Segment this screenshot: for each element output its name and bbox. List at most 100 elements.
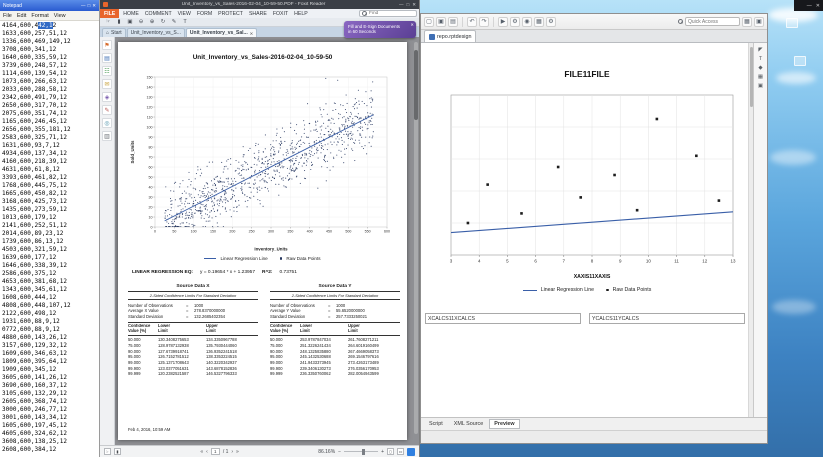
document-tab[interactable]: Unit_Inventory_vs_S... — [126, 28, 185, 37]
maximize-icon[interactable]: □ — [407, 2, 410, 8]
find-box[interactable] — [359, 10, 417, 17]
ribbon-tab-comment[interactable]: COMMENT — [142, 11, 175, 17]
first-page-button[interactable]: « — [200, 449, 203, 455]
xcalcs-field[interactable]: XCALCS11XCALCS — [425, 313, 581, 324]
layers-panel-icon[interactable]: ☷ — [102, 66, 112, 76]
document-scrollbar[interactable] — [414, 42, 418, 434]
print-icon[interactable]: ▤ — [448, 16, 458, 27]
maximize-icon[interactable]: □ — [88, 3, 91, 9]
minimize-icon[interactable]: — — [81, 3, 86, 9]
attachments-panel-icon[interactable]: ◈ — [102, 92, 112, 102]
menu-file[interactable]: File — [3, 13, 12, 19]
mode-tab-preview[interactable]: Preview — [489, 419, 520, 429]
esign-promo-banner[interactable]: Fill and E-Sign Documents in 60 Seconds … — [344, 21, 416, 38]
document-tab[interactable]: Unit_Inventory_vs_Sal... ✕ — [185, 28, 258, 37]
zoom-in-icon[interactable]: ⊕ — [148, 18, 156, 26]
snapshot-icon[interactable]: ▣ — [126, 18, 134, 26]
notepad-titlebar[interactable]: Notepad — □ ✕ — [0, 0, 99, 11]
ribbon-tab-help[interactable]: HELP — [291, 11, 311, 17]
comments-panel-icon[interactable]: ✉ — [102, 79, 112, 89]
preview-icon[interactable]: ◉ — [522, 16, 532, 27]
signature-panel-icon[interactable]: ✎ — [102, 105, 112, 115]
scrollbar-thumb[interactable] — [414, 50, 418, 120]
minimize-icon[interactable]: — — [399, 2, 404, 8]
ribbon-tab-file[interactable]: FILE — [100, 9, 120, 18]
select-text-icon[interactable]: ▮ — [115, 18, 123, 26]
fit-width-view-icon[interactable]: ▭ — [397, 448, 404, 455]
image-tool-icon[interactable]: ▣ — [758, 83, 763, 89]
zoom-slider-thumb[interactable] — [362, 448, 366, 455]
report-perspective-icon[interactable]: ▣ — [754, 16, 764, 27]
search-icon — [678, 19, 683, 24]
select-tool-icon[interactable]: ▮ — [114, 448, 121, 455]
zoom-in-button[interactable]: + — [381, 449, 384, 455]
page-number-input[interactable]: 1 — [210, 448, 220, 455]
notepad-window: Notepad — □ ✕ File Edit Format View 4164… — [0, 0, 100, 457]
quick-access-box[interactable] — [678, 17, 740, 26]
zoom-out-icon[interactable]: ⊖ — [137, 18, 145, 26]
ribbon-tab-foxit[interactable]: FOXIT — [270, 11, 291, 17]
hand-tool-icon[interactable]: ☞ — [104, 448, 111, 455]
undo-icon[interactable]: ↶ — [467, 16, 477, 27]
cloud — [772, 300, 816, 314]
close-icon[interactable]: ✕ — [250, 31, 254, 36]
zoom-slider[interactable] — [344, 448, 379, 455]
grid-tool-icon[interactable]: ▦ — [758, 74, 763, 80]
mode-tab-xml-source[interactable]: XML Source — [449, 419, 488, 429]
cursor-tool-icon[interactable]: ◤ — [758, 47, 762, 53]
new-icon[interactable]: ▢ — [424, 16, 434, 27]
run-icon[interactable]: ▶ — [498, 16, 508, 27]
redo-icon[interactable]: ↷ — [479, 16, 489, 27]
palette-icon[interactable]: ▦ — [534, 16, 544, 27]
close-icon[interactable]: ✕ — [410, 22, 414, 28]
canvas-scrollbar[interactable] — [748, 43, 753, 417]
search-panel-icon[interactable]: ◎ — [102, 118, 112, 128]
debug-icon[interactable]: ⚙ — [510, 16, 520, 27]
svg-text:30: 30 — [149, 195, 153, 199]
pages-panel-icon[interactable]: ▤ — [102, 53, 112, 63]
ribbon-tab-form[interactable]: FORM — [194, 11, 215, 17]
document-tab[interactable]: ⌂ Start — [102, 28, 126, 37]
editor-tab-label: repo.rptdesign — [437, 33, 472, 40]
desktop-icon[interactable] — [786, 18, 798, 28]
close-icon[interactable]: ✕ — [412, 2, 416, 8]
desktop-icon[interactable] — [794, 56, 806, 66]
foxit-titlebar[interactable]: Unit_Inventory_vs_Sales-2016-02-04_10-59… — [100, 0, 419, 9]
zoom-out-button[interactable]: − — [338, 449, 341, 455]
close-icon[interactable]: ✕ — [816, 3, 820, 9]
highlight-icon[interactable]: ✎ — [170, 18, 178, 26]
quick-access-input[interactable] — [685, 17, 740, 26]
ribbon-tab-view[interactable]: VIEW — [175, 11, 194, 17]
mode-tab-script[interactable]: Script — [424, 419, 448, 429]
regression-equation-row: LINEAR REGRESSION EQ: y = 0.19654 * x + … — [132, 270, 399, 275]
notepad-content[interactable]: 4164,600,442,12 1633,600,257,51,12 1336,60… — [0, 21, 99, 457]
ribbon-tab-protect[interactable]: PROTECT — [215, 11, 246, 17]
rotate-view-icon[interactable]: ↻ — [159, 18, 167, 26]
last-page-button[interactable]: » — [236, 449, 239, 455]
svg-text:3: 3 — [450, 259, 453, 264]
save-icon[interactable]: ▣ — [436, 16, 446, 27]
ribbon-tab-home[interactable]: HOME — [120, 11, 142, 17]
menu-edit[interactable]: Edit — [17, 13, 26, 19]
settings-icon[interactable]: ⚙ — [546, 16, 556, 27]
ribbon-tab-share[interactable]: SHARE — [246, 11, 270, 17]
perspective-icon[interactable]: ▦ — [742, 16, 752, 27]
r2-label: R^2: — [262, 270, 273, 275]
menu-format[interactable]: Format — [31, 13, 48, 19]
ycalcs-field[interactable]: YCALCS11YCALCS — [589, 313, 745, 324]
find-input[interactable] — [369, 11, 414, 16]
typewriter-icon[interactable]: T — [181, 18, 189, 26]
shapes-tool-icon[interactable]: ◆ — [758, 65, 762, 71]
menu-view[interactable]: View — [54, 13, 66, 19]
bookmarks-panel-icon[interactable]: ⚑ — [102, 40, 112, 50]
hand-tool-icon[interactable]: ☞ — [104, 18, 112, 26]
text-tool-icon[interactable]: T — [759, 56, 762, 62]
clipboard-panel-icon[interactable]: ▥ — [102, 131, 112, 141]
prev-page-button[interactable]: ‹ — [206, 449, 208, 455]
fit-page-view-icon[interactable] — [407, 447, 415, 456]
close-icon[interactable]: ✕ — [92, 3, 96, 9]
editor-tab-rptdesign[interactable]: repo.rptdesign — [424, 30, 477, 42]
minimize-icon[interactable]: — — [807, 3, 812, 9]
next-page-button[interactable]: › — [231, 449, 233, 455]
single-page-view-icon[interactable]: ▯ — [387, 448, 394, 455]
